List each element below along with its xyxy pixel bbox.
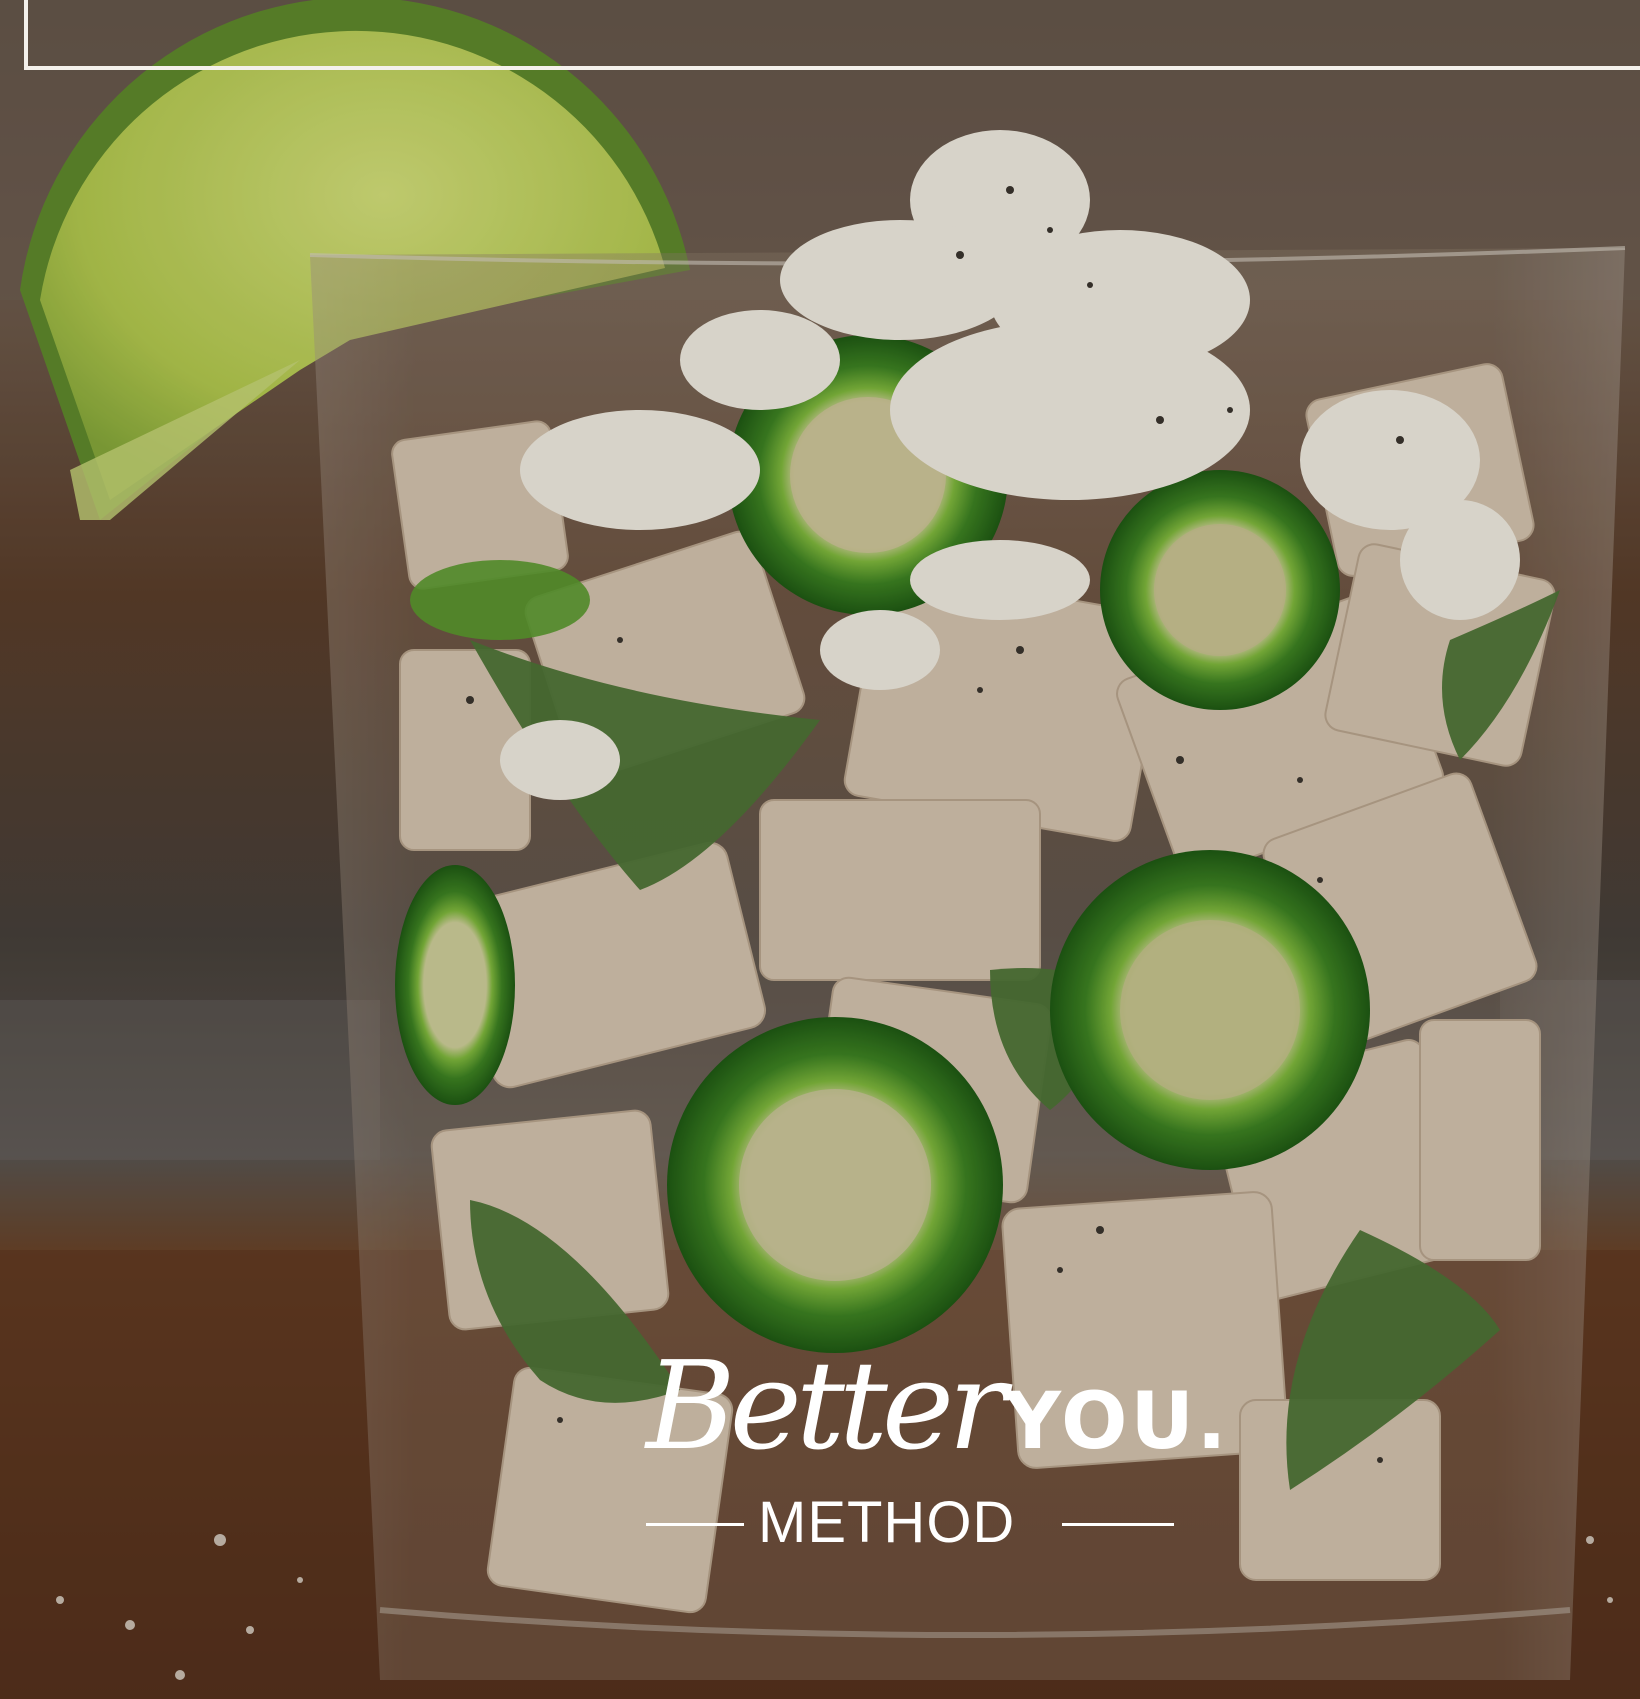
- logo-you-text: YOU.: [1004, 1377, 1230, 1467]
- logo-method-text: METHOD: [758, 1490, 1016, 1555]
- better-you-method-logo: BetterYOU. METHOD: [640, 1345, 1226, 1560]
- logo-rule-left: [646, 1523, 744, 1526]
- outline-frame: [24, 0, 1640, 70]
- logo-wordmark: BetterYOU.: [646, 1345, 1229, 1467]
- logo-method-row: METHOD: [646, 1493, 1174, 1553]
- food-photo-page: BetterYOU. METHOD: [0, 0, 1640, 1699]
- logo-rule-right: [1062, 1523, 1174, 1526]
- logo-better-text: Better: [646, 1335, 1006, 1477]
